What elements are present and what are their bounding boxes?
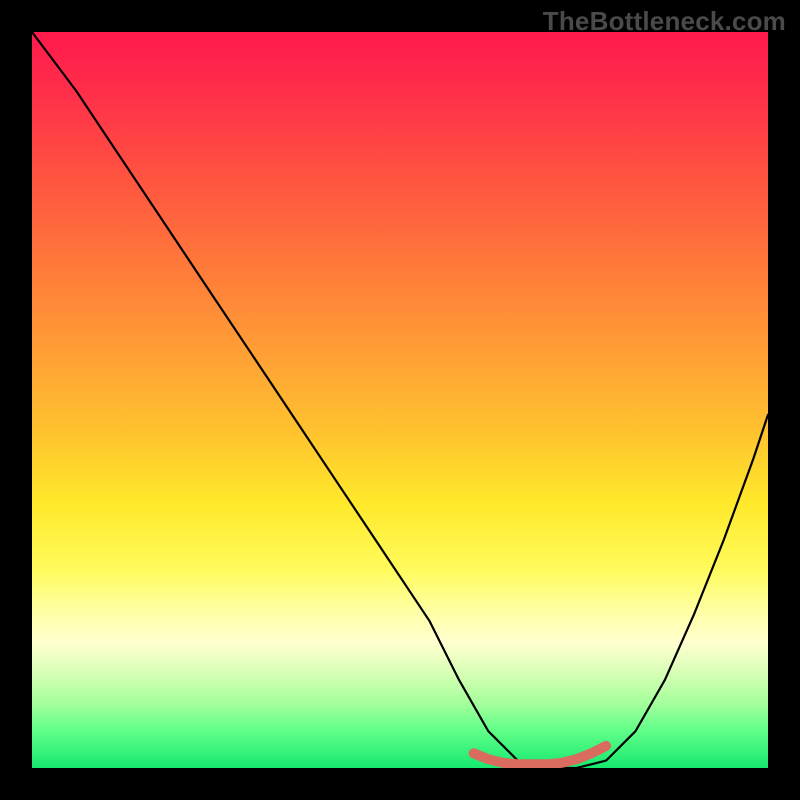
- watermark-text: TheBottleneck.com: [543, 6, 786, 37]
- bottleneck-curve-path: [32, 32, 768, 768]
- trough-marker-path: [474, 746, 606, 764]
- chart-frame: TheBottleneck.com: [0, 0, 800, 800]
- plot-area: [32, 32, 768, 768]
- curve-svg: [32, 32, 768, 768]
